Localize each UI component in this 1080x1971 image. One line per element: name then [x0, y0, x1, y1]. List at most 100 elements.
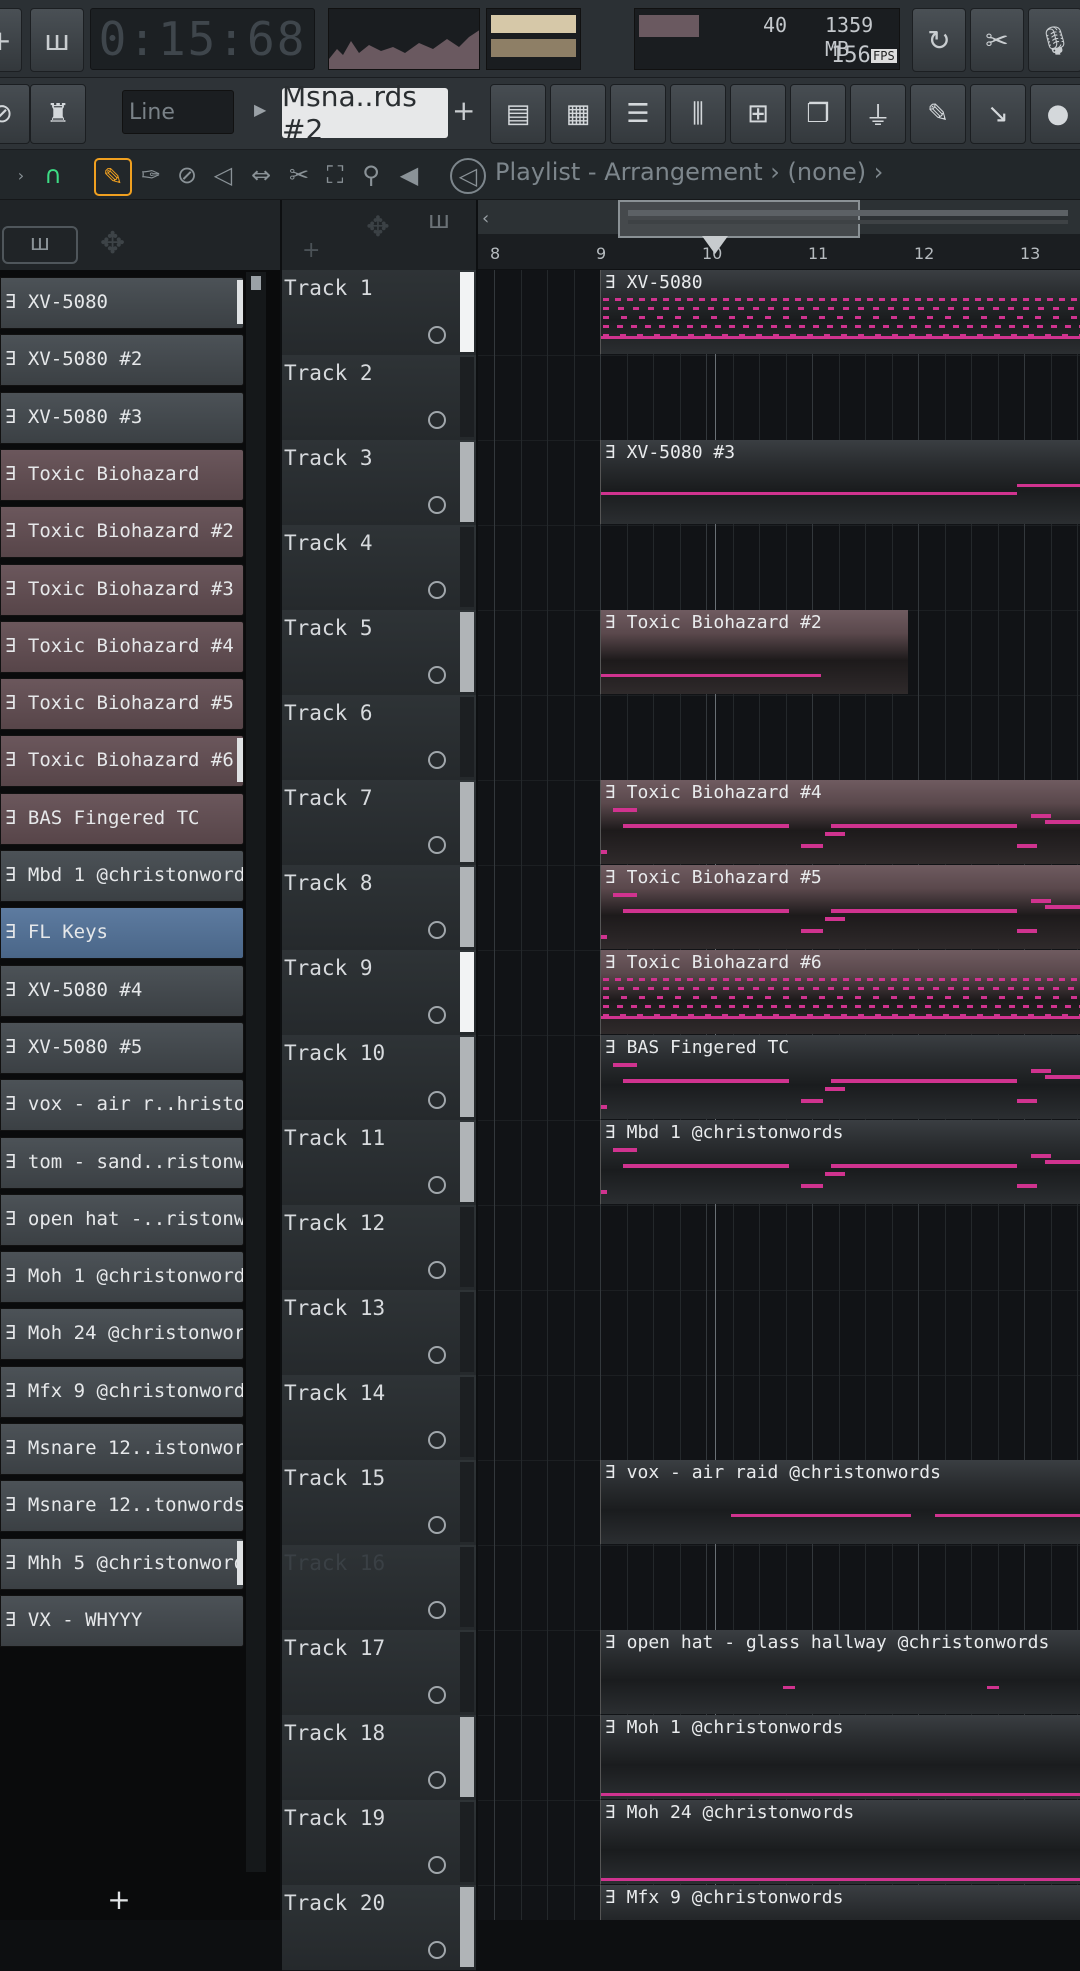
overview-scroll-thumb[interactable] [618, 200, 860, 238]
track-header[interactable]: Track 5 [282, 610, 476, 696]
channel-button[interactable]: ∃ BAS Fingered TC [0, 792, 244, 845]
arrangement-overview[interactable]: ‹ [478, 200, 1080, 238]
track-header[interactable]: Track 8 [282, 865, 476, 951]
keyboard-icon[interactable]: ш [428, 206, 450, 234]
add-channel-button[interactable]: + [0, 1880, 238, 1920]
track-mute-switch[interactable] [460, 782, 474, 862]
record-arm-icon[interactable] [428, 751, 446, 769]
record-arm-icon[interactable] [428, 1346, 446, 1364]
slice-tool-icon[interactable]: ✂ [282, 158, 316, 192]
plugin-icon[interactable]: ⏚ [850, 84, 906, 144]
track-mute-switch[interactable] [460, 612, 474, 692]
track-lane[interactable] [478, 1545, 1080, 1631]
delete-tool-icon[interactable]: ⊘ [170, 158, 204, 192]
track-lane[interactable] [478, 695, 1080, 781]
record-arm-icon[interactable] [428, 836, 446, 854]
track-header[interactable]: Track 2 [282, 355, 476, 441]
record-arm-icon[interactable] [428, 1856, 446, 1874]
add-track-icon[interactable]: + [302, 238, 320, 263]
move-icon[interactable]: ✥ [352, 210, 404, 268]
channel-button[interactable]: ∃ vox - air r..hristonwords [0, 1079, 244, 1132]
track-mute-switch[interactable] [460, 1462, 474, 1542]
record-arm-icon[interactable] [428, 666, 446, 684]
record-arm-icon[interactable] [428, 1431, 446, 1449]
record-icon[interactable]: ● [1030, 84, 1080, 144]
channel-button[interactable]: ∃ Toxic Biohazard #4 [0, 620, 244, 673]
record-arm-icon[interactable] [428, 1261, 446, 1279]
channel-button[interactable]: ∃ XV-5080 #4 [0, 964, 244, 1017]
track-header[interactable]: Track 4 [282, 525, 476, 611]
refresh-icon[interactable]: ↻ [912, 8, 966, 72]
channel-button[interactable]: ∃ FL Keys [0, 907, 244, 960]
pattern-clip[interactable]: ∃ XV-5080 #3 [600, 440, 1080, 524]
scissors-icon[interactable]: ✂ [970, 8, 1024, 72]
magnet-icon[interactable]: ∩ [36, 158, 70, 192]
channel-button[interactable]: ∃ Moh 1 @christonwords [0, 1251, 244, 1304]
playhead-marker[interactable] [702, 236, 728, 254]
track-header[interactable]: Track 17 [282, 1630, 476, 1716]
move-icon[interactable]: ✥ [100, 226, 125, 261]
pattern-clip[interactable]: ∃ Mbd 1 @christonwords [600, 1120, 1080, 1204]
track-mute-switch[interactable] [460, 1802, 474, 1882]
record-arm-icon[interactable] [428, 921, 446, 939]
channel-button[interactable]: ∃ Msnare 12..istonwords [0, 1423, 244, 1475]
record-arm-icon[interactable] [428, 1091, 446, 1109]
record-arm-icon[interactable] [428, 411, 446, 429]
track-mute-switch[interactable] [460, 1547, 474, 1627]
channel-button[interactable]: ∃ tom - sand..ristonwords [0, 1136, 244, 1189]
track-mute-switch[interactable] [460, 1207, 474, 1287]
add-pattern-button[interactable]: + [452, 94, 475, 127]
record-arm-icon[interactable] [428, 1516, 446, 1534]
channel-button[interactable]: ∃ Moh 24 @christonwords [0, 1308, 244, 1361]
track-lane[interactable] [478, 1205, 1080, 1291]
channel-button[interactable]: ∃ Toxic Biohazard #3 [0, 563, 244, 616]
track-mute-switch[interactable] [460, 527, 474, 607]
chevron-right-icon[interactable]: ▶ [254, 100, 266, 119]
track-header[interactable]: Track 15 [282, 1460, 476, 1546]
pattern-clip[interactable]: ∃ Toxic Biohazard #6 [600, 950, 1080, 1034]
mixer-icon[interactable]: ⫼ [670, 84, 726, 144]
track-header[interactable]: Track 14 [282, 1375, 476, 1461]
channel-button[interactable]: ∃ Msnare 12..tonwords #2 [0, 1480, 244, 1533]
track-header[interactable]: Track 19 [282, 1800, 476, 1886]
track-header[interactable]: Track 18 [282, 1715, 476, 1801]
pattern-clip[interactable]: ∃ Moh 24 @christonwords [600, 1800, 1080, 1884]
pattern-clip[interactable]: ∃ BAS Fingered TC [600, 1035, 1080, 1119]
playlist-icon[interactable]: ▤ [490, 84, 546, 144]
channel-button[interactable]: ∃ XV-5080 #5 [0, 1021, 244, 1074]
zoom-tool-icon[interactable]: ⚲ [354, 158, 388, 192]
record-arm-icon[interactable] [428, 1771, 446, 1789]
link-icon[interactable]: ⊘ [0, 84, 30, 144]
song-time-display[interactable]: 0:15:68 [90, 8, 315, 70]
channel-list-scrollbar[interactable] [246, 272, 266, 1872]
track-mute-switch[interactable] [460, 1377, 474, 1457]
select-tool-icon[interactable]: ⛶ [318, 158, 352, 192]
record-arm-icon[interactable] [428, 496, 446, 514]
track-header[interactable]: Track 11 [282, 1120, 476, 1206]
track-header[interactable]: Track 10 [282, 1035, 476, 1121]
record-arm-icon[interactable] [428, 581, 446, 599]
pattern-clip[interactable]: ∃ vox - air raid @christonwords [600, 1460, 1080, 1544]
hat-icon[interactable]: ♜ [30, 84, 86, 144]
channel-button[interactable]: ∃ Mfx 9 @christonwords [0, 1365, 244, 1418]
track-header[interactable]: Track 1 [282, 270, 476, 356]
plus-icon[interactable]: + [0, 8, 22, 72]
playlist-title[interactable]: Playlist - Arrangement › (none) › [495, 158, 883, 186]
channel-button[interactable]: ∃ VX - WHYYY [0, 1594, 244, 1647]
track-header[interactable]: Track 20 [282, 1885, 476, 1971]
track-mute-switch[interactable] [460, 697, 474, 777]
channel-button[interactable]: ∃ Mbd 1 @christonwords [0, 850, 244, 902]
track-mute-switch[interactable] [460, 272, 474, 352]
arrangement-icon[interactable]: ◁ [450, 158, 486, 194]
track-mute-switch[interactable] [460, 1037, 474, 1117]
track-header[interactable]: Track 13 [282, 1290, 476, 1376]
channel-button[interactable]: ∃ XV-5080 #2 [0, 334, 244, 387]
browser-icon[interactable]: ⊞ [730, 84, 786, 144]
channel-rack-icon[interactable]: ☰ [610, 84, 666, 144]
pattern-clip[interactable]: ∃ XV-5080 [600, 270, 1080, 354]
oscilloscope[interactable] [328, 8, 480, 70]
timeline-ruler[interactable]: ‹ 8 9 10 11 12 13 [478, 200, 1080, 270]
track-mute-switch[interactable] [460, 1292, 474, 1372]
track-lane[interactable] [478, 1375, 1080, 1461]
channel-button[interactable]: ∃ Toxic Biohazard #2 [0, 506, 244, 559]
